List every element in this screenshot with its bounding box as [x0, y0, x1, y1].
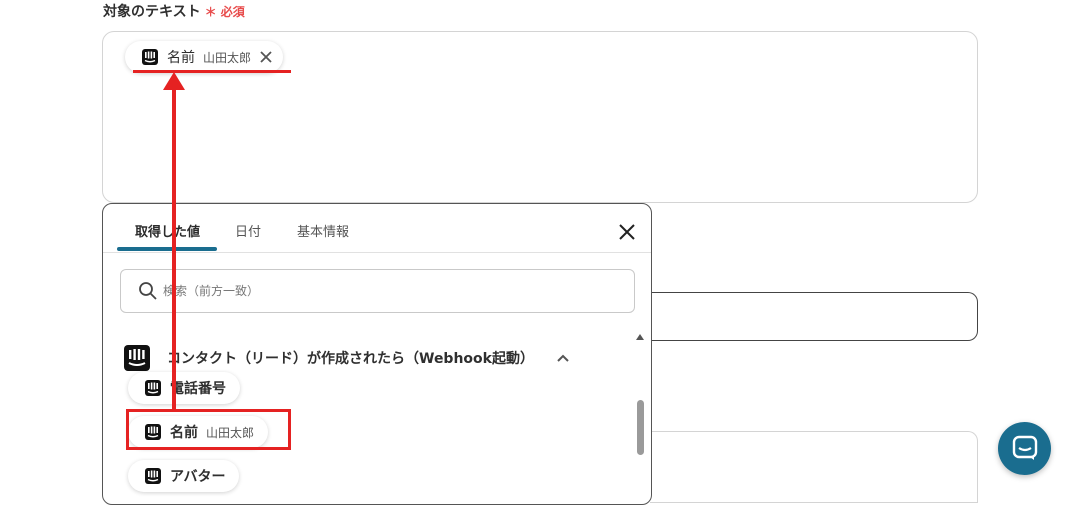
list-item-phone[interactable]: 電話番号 [128, 372, 240, 404]
target-text-label: 対象のテキスト＊ 必須 [103, 1, 245, 21]
search-input[interactable] [161, 280, 615, 302]
chat-icon [1012, 435, 1038, 460]
close-icon[interactable] [618, 223, 636, 241]
chip-value: 山田太郎 [203, 50, 252, 65]
background-textarea-field[interactable] [650, 431, 978, 503]
field-label-text: 対象のテキスト [103, 4, 201, 20]
intercom-icon [123, 344, 151, 372]
annotation-arrow-shaft [172, 84, 176, 410]
active-tab-indicator [117, 247, 217, 251]
group-header-contact-created[interactable]: コンタクト（リード）が作成されたら（Webhook起動） [123, 344, 570, 372]
annotation-underline [133, 70, 291, 73]
intercom-icon [141, 48, 159, 66]
close-icon[interactable] [259, 50, 273, 64]
annotation-highlight-box [126, 409, 291, 450]
annotation-arrow-head [163, 72, 185, 90]
scrollbar-thumb[interactable] [637, 400, 644, 455]
tab-acquired-values[interactable]: 取得した値 [135, 221, 200, 240]
scroll-up-arrow-icon[interactable] [636, 334, 644, 340]
list-item-name: アバター [170, 469, 226, 485]
background-input-field[interactable] [650, 292, 978, 341]
list-item-avatar[interactable]: アバター [128, 460, 240, 492]
popover-tabs: 取得した値 日付 基本情報 [103, 204, 651, 253]
required-mark: ＊ 必須 [204, 5, 245, 19]
chip-name: 名前 [167, 50, 195, 66]
chevron-up-icon[interactable] [556, 351, 570, 365]
intercom-icon [144, 379, 162, 397]
selected-value-chip[interactable]: 名前 山田太郎 [125, 41, 284, 73]
scrollbar[interactable] [636, 334, 646, 504]
list-item-name: 電話番号 [170, 381, 226, 397]
search-box [120, 269, 635, 313]
tab-date[interactable]: 日付 [235, 221, 261, 240]
search-icon [138, 281, 158, 301]
group-title: コンタクト（リード）が作成されたら（Webhook起動） [167, 351, 534, 367]
chat-widget-button[interactable] [998, 422, 1051, 475]
tab-basic-info[interactable]: 基本情報 [297, 221, 349, 240]
intercom-icon [144, 467, 162, 485]
value-picker-popover: 取得した値 日付 基本情報 コンタクト（リード）が作成されたら（Webhook起… [102, 203, 652, 505]
